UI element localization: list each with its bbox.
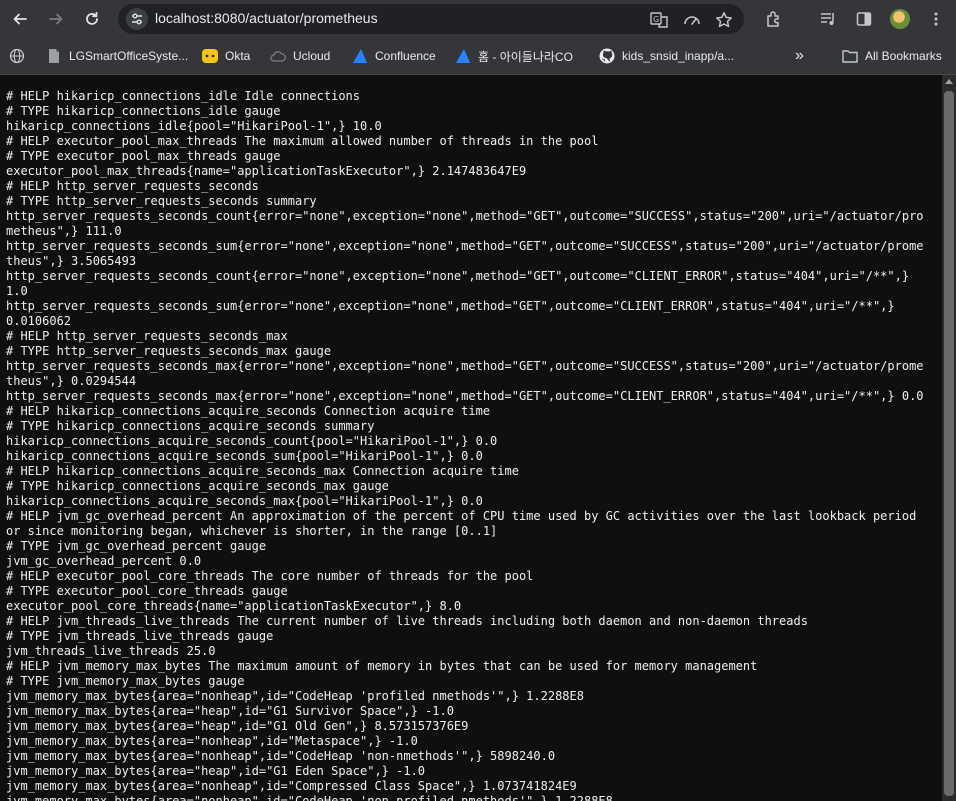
okta-icon xyxy=(202,48,218,64)
bookmark-item-confluence[interactable]: Confluence xyxy=(352,47,436,65)
cloud-icon xyxy=(270,48,286,64)
extensions-icon[interactable] xyxy=(762,7,786,31)
media-queue-icon[interactable] xyxy=(817,7,841,31)
bookmark-item-okta[interactable]: Okta xyxy=(202,47,250,65)
address-bar[interactable]: localhost:8080/actuator/prometheus G xyxy=(118,4,744,34)
page-content: # HELP hikaricp_connections_idle Idle co… xyxy=(0,75,942,801)
bookmark-label: LGSmartOfficeSyste... xyxy=(69,49,189,63)
atlassian-icon xyxy=(352,48,368,64)
folder-icon xyxy=(842,48,858,64)
bookmark-label: Confluence xyxy=(375,49,436,63)
url-text[interactable]: localhost:8080/actuator/prometheus xyxy=(155,10,378,26)
github-icon xyxy=(599,48,615,64)
scrollbar-thumb[interactable] xyxy=(944,91,954,796)
svg-text:G: G xyxy=(653,15,659,24)
bookmark-label: Ucloud xyxy=(293,49,331,63)
side-panel-icon[interactable] xyxy=(852,7,876,31)
forward-arrow-icon[interactable] xyxy=(44,7,68,31)
scroll-up-arrow-icon[interactable] xyxy=(945,79,953,84)
kebab-menu-icon[interactable] xyxy=(924,7,948,31)
atlassian-icon xyxy=(455,48,471,64)
back-arrow-icon[interactable] xyxy=(8,7,32,31)
bookmark-label: 홈 - 아이들나라CO xyxy=(478,49,573,64)
prometheus-metrics-text: # HELP hikaricp_connections_idle Idle co… xyxy=(6,89,924,801)
globe-icon[interactable] xyxy=(9,47,25,65)
vertical-scrollbar[interactable] xyxy=(942,75,956,801)
bookmark-label: Okta xyxy=(225,49,251,63)
bookmark-item-lgsmartoffice[interactable]: LGSmartOfficeSyste... xyxy=(46,47,188,65)
bookmark-item-home[interactable]: 홈 - 아이들나라CO xyxy=(455,47,573,65)
bookmarks-overflow-button[interactable]: » xyxy=(795,47,804,65)
page-icon xyxy=(46,48,62,64)
reload-icon[interactable] xyxy=(80,7,104,31)
bookmark-item-kids-snsid[interactable]: kids_snsid_inapp/a... xyxy=(599,47,734,65)
bookmark-star-icon[interactable] xyxy=(714,10,734,30)
all-bookmarks-label: All Bookmarks xyxy=(865,49,942,63)
performance-icon[interactable] xyxy=(682,10,702,30)
translate-icon[interactable]: G xyxy=(649,10,669,30)
all-bookmarks-button[interactable]: All Bookmarks xyxy=(842,47,942,65)
bookmark-label: kids_snsid_inapp/a... xyxy=(622,49,735,63)
browser-toolbar: localhost:8080/actuator/prometheus G xyxy=(0,0,956,38)
site-info-icon[interactable] xyxy=(126,8,148,30)
bookmarks-bar: LGSmartOfficeSyste... Okta Ucloud Conflu… xyxy=(0,38,956,75)
profile-avatar[interactable] xyxy=(890,9,910,29)
bookmark-item-ucloud[interactable]: Ucloud xyxy=(270,47,330,65)
